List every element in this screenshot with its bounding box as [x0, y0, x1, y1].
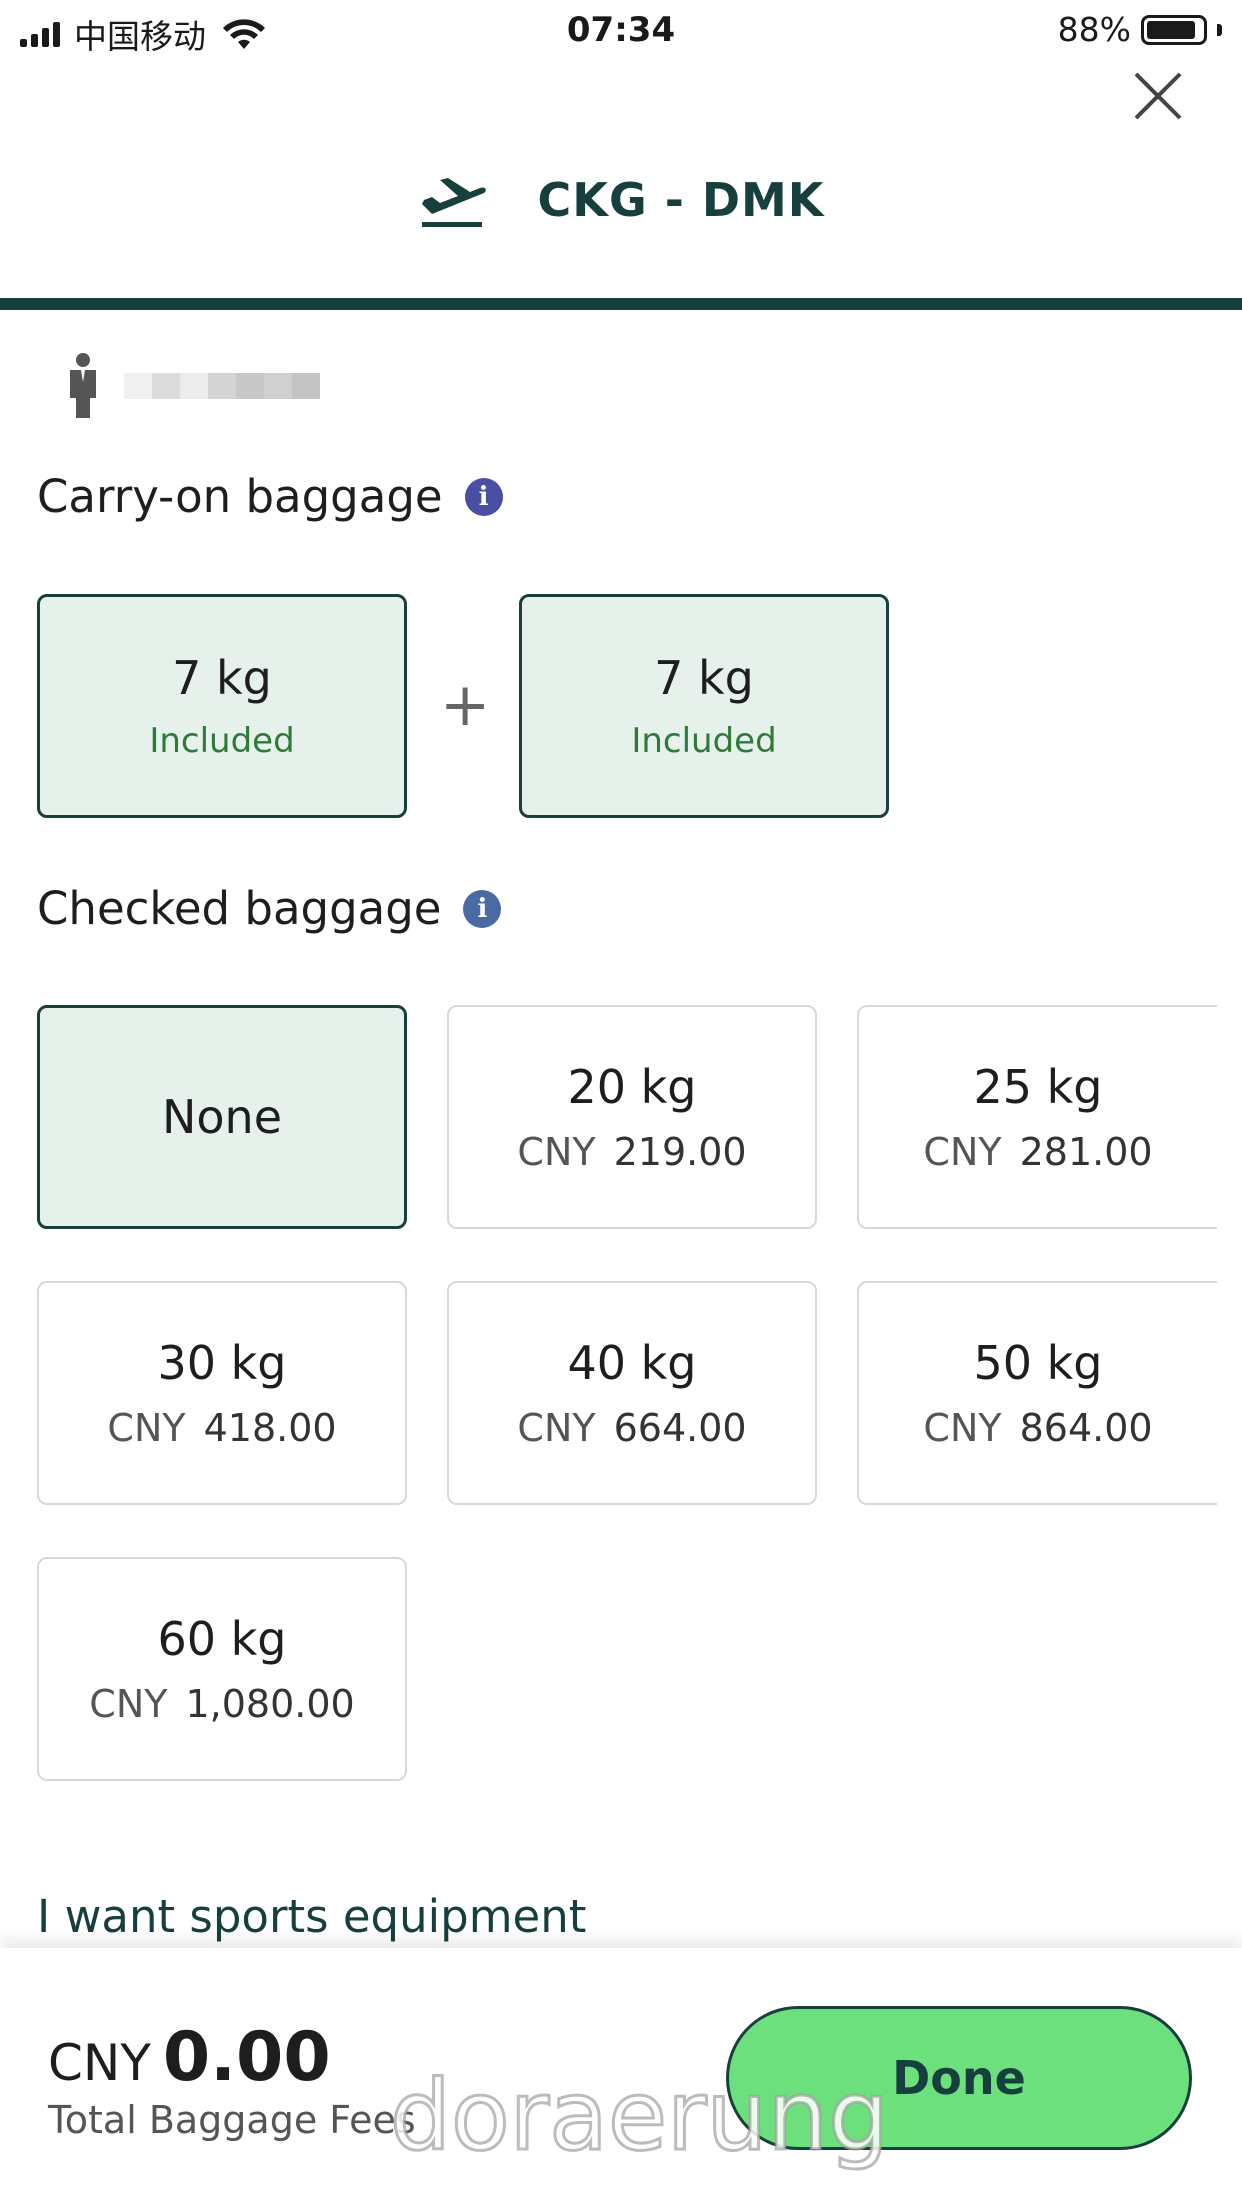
checked-title-text: Checked baggage	[37, 882, 442, 935]
checked-option-40kg[interactable]: 40 kg CNY 664.00	[447, 1281, 817, 1505]
checked-option-20kg[interactable]: 20 kg CNY 219.00	[447, 1005, 817, 1229]
option-weight: 25 kg	[973, 1060, 1103, 1114]
watermark: doraerung	[388, 2059, 890, 2174]
carry-on-weight: 7 kg	[654, 651, 754, 705]
person-icon	[70, 353, 96, 418]
carry-on-info-icon[interactable]: i	[464, 477, 503, 516]
option-price: CNY 418.00	[107, 1406, 337, 1450]
option-weight: 20 kg	[567, 1060, 697, 1114]
none-label: None	[161, 1090, 282, 1144]
option-weight: 40 kg	[567, 1336, 697, 1390]
battery-fill	[1147, 20, 1195, 39]
option-weight: 50 kg	[973, 1336, 1103, 1390]
checked-info-icon[interactable]: i	[463, 889, 502, 928]
close-icon[interactable]	[1130, 68, 1186, 124]
passenger-row	[64, 352, 320, 420]
route-title: CKG - DMK	[537, 173, 825, 227]
passenger-name-blurred	[124, 373, 320, 399]
option-weight: 60 kg	[157, 1612, 287, 1666]
checked-option-60kg[interactable]: 60 kg CNY 1,080.00	[37, 1557, 407, 1781]
total-currency: CNY	[48, 2034, 151, 2092]
status-time: 07:34	[566, 10, 676, 50]
carry-on-title-text: Carry-on baggage	[37, 470, 443, 523]
checked-option-30kg[interactable]: 30 kg CNY 418.00	[37, 1281, 407, 1505]
status-right: 88%	[1058, 10, 1222, 49]
total-label: Total Baggage Fees	[48, 2098, 416, 2142]
checked-option-25kg[interactable]: 25 kg CNY 281.00	[857, 1005, 1217, 1229]
plus-icon: +	[440, 670, 491, 740]
carry-on-option-2: 7 kg Included	[519, 594, 889, 818]
battery-percent: 88%	[1057, 10, 1131, 49]
option-price: CNY 219.00	[517, 1130, 747, 1174]
battery-icon	[1141, 14, 1207, 45]
checked-option-50kg[interactable]: 50 kg CNY 864.00	[857, 1281, 1217, 1505]
battery-cap	[1217, 23, 1222, 36]
plane-departure-icon	[421, 178, 486, 227]
option-price: CNY 864.00	[923, 1406, 1153, 1450]
checked-title: Checked baggage i	[37, 882, 502, 935]
carry-on-title: Carry-on baggage i	[37, 470, 503, 523]
sports-equipment-link[interactable]: I want sports equipment	[37, 1890, 586, 1943]
option-price: CNY 664.00	[517, 1406, 747, 1450]
option-price: CNY 1,080.00	[89, 1682, 355, 1726]
status-bar: 中国移动 07:34 88%	[0, 0, 1242, 64]
carry-on-status: Included	[631, 721, 777, 761]
carry-on-option-1: 7 kg Included	[37, 594, 407, 818]
option-weight: 30 kg	[157, 1336, 287, 1390]
checked-option-none[interactable]: None	[37, 1005, 407, 1229]
flight-header: CKG - DMK	[0, 170, 1242, 250]
total-amount: 0.00	[162, 2018, 331, 2097]
carry-on-weight: 7 kg	[172, 651, 272, 705]
option-price: CNY 281.00	[923, 1130, 1153, 1174]
carry-on-status: Included	[149, 721, 295, 761]
header-divider	[0, 298, 1242, 310]
total-fee: CNY 0.00	[48, 2018, 331, 2097]
